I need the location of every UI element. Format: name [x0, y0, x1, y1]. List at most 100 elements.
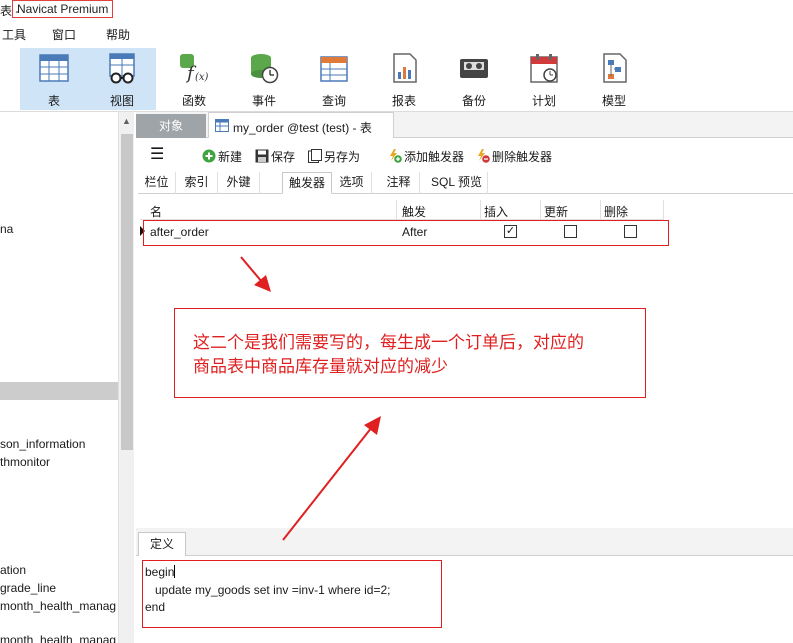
- toolbar-query-button[interactable]: 查询: [300, 48, 368, 110]
- title-bar: 表 - Navicat Premium: [0, 0, 793, 18]
- document-tabs: 对象 my_order @test (test) - 表: [136, 112, 793, 138]
- toolbar-event-label: 事件: [251, 94, 276, 108]
- code-line-1: begin: [145, 565, 176, 579]
- toolbar-model-button[interactable]: 模型: [580, 48, 648, 110]
- delete-trigger-button[interactable]: 删除触发器: [476, 148, 552, 164]
- toolbar-view-label: 视图: [109, 94, 134, 108]
- toolbar-schedule-label: 计划: [531, 94, 556, 108]
- new-icon: [202, 149, 216, 163]
- new-button[interactable]: 新建: [202, 148, 242, 164]
- tree-item[interactable]: month_health_manag: [0, 599, 116, 613]
- backup-icon: [460, 59, 488, 78]
- scroll-up-icon[interactable]: ▲: [122, 116, 131, 126]
- save-as-label: 另存为: [324, 150, 361, 164]
- toolbar-event-button[interactable]: 事件: [230, 48, 298, 110]
- save-button[interactable]: 保存: [255, 148, 295, 164]
- save-icon: [255, 149, 269, 163]
- tree-item[interactable]: na: [0, 222, 13, 236]
- header-name: 名: [150, 205, 163, 219]
- header-insert: 插入: [484, 205, 509, 219]
- object-tree: na son_information thmonitor ation grade…: [0, 112, 118, 643]
- add-trigger-button[interactable]: 添加触发器: [388, 148, 464, 164]
- toolbar-function-button[interactable]: f (x) 函数: [160, 48, 228, 110]
- text-caret: [174, 565, 176, 578]
- function-icon: f (x): [180, 54, 209, 84]
- annotation-callout: 这二个是我们需要写的，每生成一个订单后，对应的 商品表中商品库存量就对应的减少: [174, 308, 646, 398]
- save-as-icon: [308, 149, 322, 163]
- scrollbar-thumb[interactable]: [121, 134, 133, 450]
- new-label: 新建: [218, 150, 243, 164]
- tree-item[interactable]: thmonitor: [0, 455, 50, 469]
- tab-options[interactable]: 选项: [332, 172, 372, 194]
- annotation-line-2: 商品表中商品库存量就对应的减少: [193, 357, 448, 377]
- designer-toolbar: ☰ 新建 保存 另存为 添加触发器 删除触发器: [136, 140, 793, 170]
- tab-my-order-label: my_order @test (test) - 表: [233, 121, 372, 135]
- header-update: 更新: [544, 205, 569, 219]
- tab-my-order[interactable]: my_order @test (test) - 表: [208, 112, 394, 138]
- toolbar-report-button[interactable]: 报表: [370, 48, 438, 110]
- code-line-1-text: begin: [145, 565, 175, 579]
- tab-fields[interactable]: 栏位: [138, 172, 176, 194]
- tree-item[interactable]: ation: [0, 563, 26, 577]
- definition-editor[interactable]: begin update my_goods set inv =inv-1 whe…: [142, 560, 442, 628]
- tab-objects[interactable]: 对象: [136, 114, 206, 138]
- report-icon: [393, 53, 417, 83]
- navicat-window: 表 - Navicat Premium 工具 窗口 帮助 表 视图 f (x) …: [0, 0, 793, 643]
- tree-item[interactable]: grade_line: [0, 581, 56, 595]
- delete-trigger-label: 删除触发器: [492, 150, 553, 164]
- column-divider: [663, 200, 664, 220]
- menu-help[interactable]: 帮助: [106, 26, 130, 43]
- header-delete: 删除: [604, 205, 629, 219]
- toolbar-report-label: 报表: [391, 94, 416, 108]
- tab-triggers[interactable]: 触发器: [282, 172, 332, 194]
- tree-selection: [0, 382, 118, 400]
- tab-comment[interactable]: 注释: [378, 172, 420, 194]
- hamburger-menu-icon[interactable]: ☰: [150, 144, 164, 163]
- menu-tools[interactable]: 工具: [2, 26, 26, 43]
- tab-definition[interactable]: 定义: [138, 532, 186, 556]
- column-divider: [396, 200, 397, 220]
- schedule-icon: [530, 54, 558, 83]
- toolbar-view-button[interactable]: 视图: [88, 48, 156, 110]
- table-icon: [215, 119, 229, 132]
- menu-bar: 工具 窗口 帮助: [0, 22, 793, 44]
- query-icon: [320, 56, 348, 82]
- header-timing: 触发: [402, 205, 427, 219]
- column-divider: [540, 200, 541, 220]
- main-toolbar: 表 视图 f (x) 函数 事件 查询 报表 备份 计划 模型: [0, 44, 793, 112]
- tab-sql-preview[interactable]: SQL 预览: [426, 172, 488, 194]
- view-icon: [109, 53, 135, 84]
- definition-tabs: 定义: [136, 528, 793, 556]
- add-trigger-icon: [390, 149, 402, 163]
- toolbar-schedule-button[interactable]: 计划: [510, 48, 578, 110]
- table-designer: 对象 my_order @test (test) - 表 ☰ 新建 保存 另存为: [136, 112, 793, 643]
- tree-item[interactable]: son_information: [0, 437, 85, 451]
- designer-tabs: 栏位 索引 外键 触发器 选项 注释 SQL 预览: [138, 172, 793, 194]
- event-icon: [251, 54, 279, 84]
- menu-window[interactable]: 窗口: [52, 26, 76, 43]
- tree-scrollbar[interactable]: ▲: [118, 112, 134, 643]
- column-divider: [600, 200, 601, 220]
- toolbar-query-label: 查询: [321, 94, 346, 108]
- toolbar-function-label: 函数: [181, 94, 206, 108]
- toolbar-backup-label: 备份: [461, 94, 486, 108]
- app-name: Navicat Premium: [12, 0, 114, 18]
- column-divider: [480, 200, 481, 220]
- tree-item[interactable]: month_health_manag: [0, 633, 116, 643]
- table-icon: [39, 54, 69, 82]
- toolbar-table-button[interactable]: 表: [20, 48, 88, 110]
- toolbar-model-label: 模型: [601, 94, 626, 108]
- annotation-line-1: 这二个是我们需要写的，每生成一个订单后，对应的: [193, 333, 584, 353]
- save-as-button[interactable]: 另存为: [308, 148, 360, 164]
- code-line-3: end: [145, 600, 166, 614]
- toolbar-table-label: 表: [47, 94, 60, 108]
- model-icon: [603, 53, 627, 83]
- tab-foreign-keys[interactable]: 外键: [218, 172, 260, 194]
- svg-text:(x): (x): [195, 72, 209, 83]
- code-line-2: update my_goods set inv =inv-1 where id=…: [145, 583, 391, 597]
- toolbar-backup-button[interactable]: 备份: [440, 48, 508, 110]
- grid-header: 名 触发 插入 更新 删除: [140, 200, 664, 220]
- add-trigger-label: 添加触发器: [404, 150, 465, 164]
- highlight-box: [143, 220, 669, 246]
- tab-indexes[interactable]: 索引: [176, 172, 218, 194]
